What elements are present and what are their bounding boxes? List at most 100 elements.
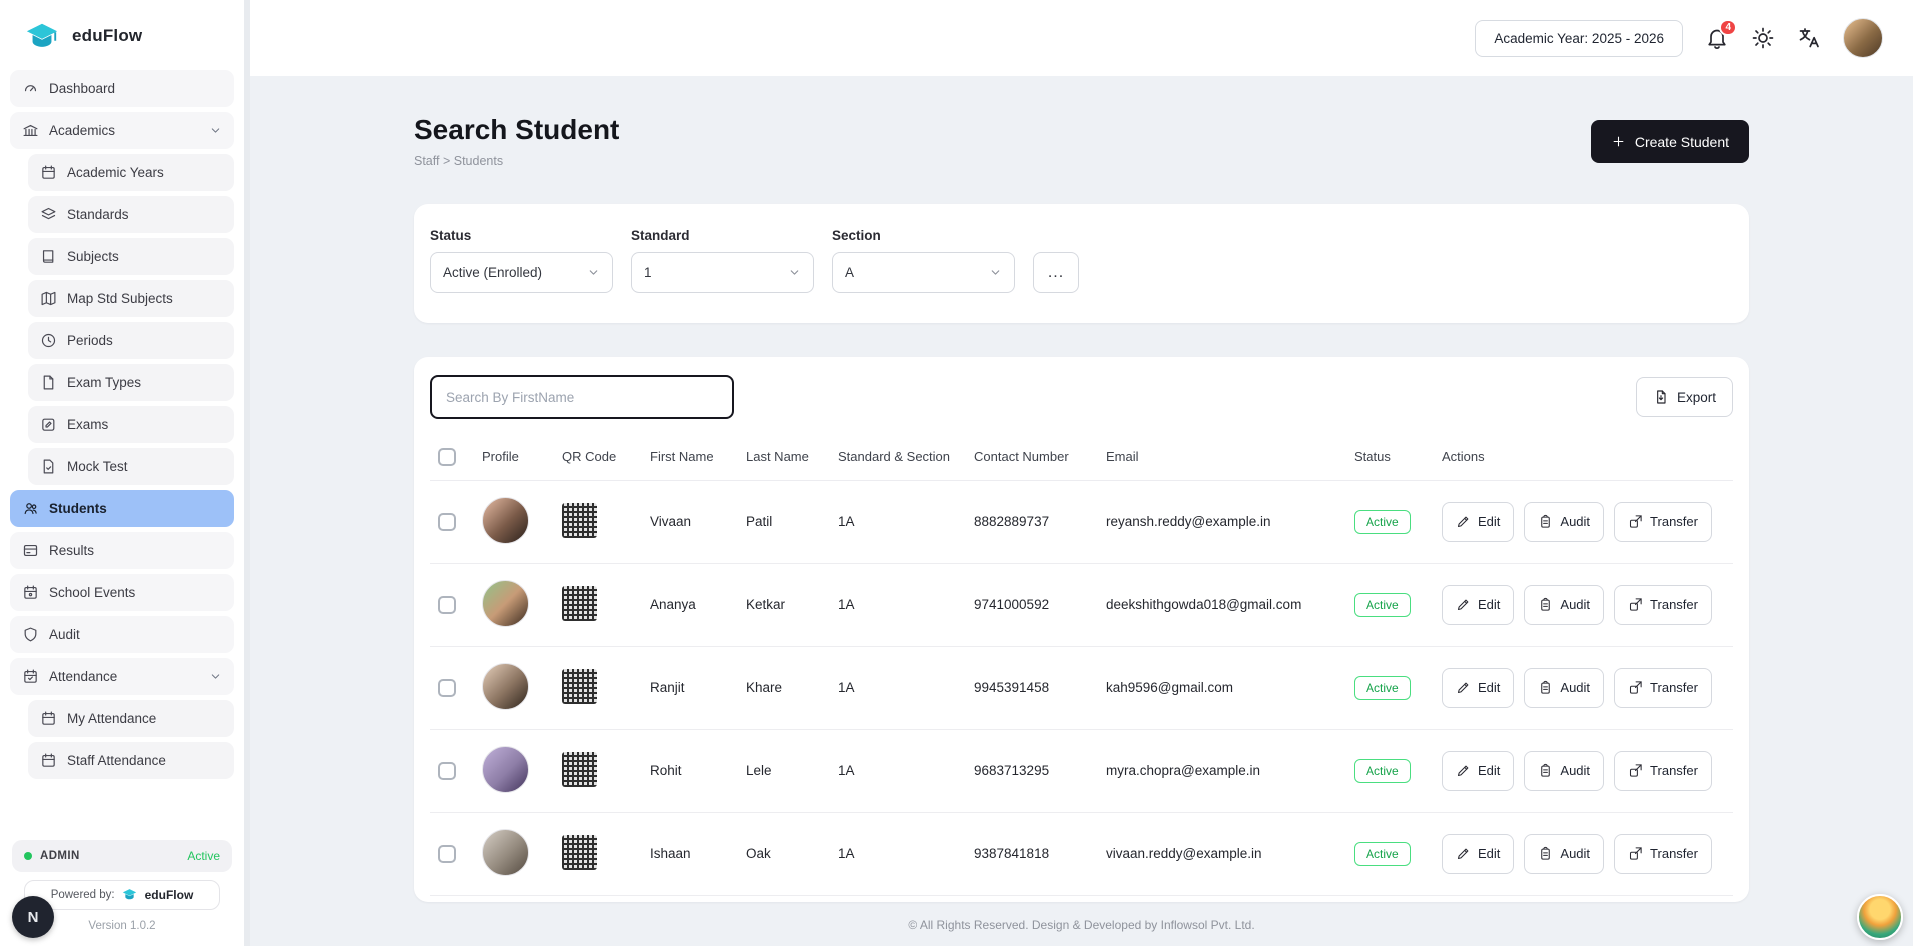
- transfer-button[interactable]: Transfer: [1614, 668, 1712, 708]
- plus-icon: [1611, 134, 1626, 149]
- status-badge: Active: [1354, 842, 1411, 866]
- sidebar-item-dashboard[interactable]: Dashboard: [10, 70, 234, 107]
- sidebar-item-attendance[interactable]: Attendance: [10, 658, 234, 695]
- user-avatar[interactable]: [1843, 18, 1883, 58]
- email-cell: myra.chopra@example.in: [1098, 729, 1346, 812]
- row-checkbox[interactable]: [438, 596, 456, 614]
- transfer-button[interactable]: Transfer: [1614, 502, 1712, 542]
- column-header: Actions: [1434, 435, 1733, 480]
- powered-by-label: Powered by:: [51, 889, 115, 901]
- transfer-icon: [1628, 846, 1643, 861]
- table-header-row: ProfileQR CodeFirst NameLast NameStandar…: [430, 435, 1733, 480]
- select-all-checkbox[interactable]: [438, 448, 456, 466]
- support-widget-icon[interactable]: [1857, 894, 1903, 940]
- edit-button[interactable]: Edit: [1442, 834, 1514, 874]
- shield-icon: [22, 626, 39, 643]
- sidebar-item-academic-years[interactable]: Academic Years: [28, 154, 234, 191]
- column-header: Contact Number: [966, 435, 1098, 480]
- contact-number-cell: 9387841818: [966, 812, 1098, 895]
- doc-check-icon: [40, 458, 57, 475]
- search-input[interactable]: [430, 375, 734, 419]
- email-cell: vivaan.reddy@example.in: [1098, 812, 1346, 895]
- sidebar-item-students[interactable]: Students: [10, 490, 234, 527]
- transfer-icon: [1628, 514, 1643, 529]
- sidebar-item-periods[interactable]: Periods: [28, 322, 234, 359]
- sidebar-item-standards[interactable]: Standards: [28, 196, 234, 233]
- create-student-button[interactable]: Create Student: [1591, 120, 1749, 163]
- edit-button[interactable]: Edit: [1442, 668, 1514, 708]
- table-body: VivaanPatil1A8882889737reyansh.reddy@exa…: [430, 480, 1733, 895]
- status-badge: Active: [1354, 593, 1411, 617]
- student-avatar: [482, 663, 529, 710]
- audit-button[interactable]: Audit: [1524, 502, 1604, 542]
- row-checkbox[interactable]: [438, 845, 456, 863]
- first-name-cell: Ranjit: [642, 646, 738, 729]
- contact-number-cell: 9741000592: [966, 563, 1098, 646]
- clipboard-icon: [1538, 763, 1553, 778]
- column-header: QR Code: [554, 435, 642, 480]
- book-icon: [40, 248, 57, 265]
- sidebar-item-subjects[interactable]: Subjects: [28, 238, 234, 275]
- audit-button[interactable]: Audit: [1524, 668, 1604, 708]
- theme-toggle-sun-icon[interactable]: [1751, 26, 1775, 50]
- column-header: Profile: [474, 435, 554, 480]
- brand: eduFlow: [0, 0, 244, 66]
- row-checkbox[interactable]: [438, 679, 456, 697]
- sidebar-item-mock-test[interactable]: Mock Test: [28, 448, 234, 485]
- sidebar-item-my-attendance[interactable]: My Attendance: [28, 700, 234, 737]
- academics-icon: [22, 122, 39, 139]
- row-checkbox[interactable]: [438, 762, 456, 780]
- sidebar-item-results[interactable]: Results: [10, 532, 234, 569]
- transfer-button[interactable]: Transfer: [1614, 751, 1712, 791]
- student-avatar: [482, 829, 529, 876]
- calendar-icon: [40, 164, 57, 181]
- language-translate-icon[interactable]: [1797, 26, 1821, 50]
- edit-button[interactable]: Edit: [1442, 751, 1514, 791]
- edit-button[interactable]: Edit: [1442, 502, 1514, 542]
- edit-button[interactable]: Edit: [1442, 585, 1514, 625]
- table-row: AnanyaKetkar1A9741000592deekshithgowda01…: [430, 563, 1733, 646]
- sidebar-item-exams[interactable]: Exams: [28, 406, 234, 443]
- n-floating-badge[interactable]: N: [12, 896, 54, 938]
- sidebar-item-exam-types[interactable]: Exam Types: [28, 364, 234, 401]
- section-select[interactable]: A: [832, 252, 1015, 293]
- sidebar-item-label: Exam Types: [67, 375, 141, 390]
- status-select[interactable]: Active (Enrolled): [430, 252, 613, 293]
- chevron-down-icon: [788, 266, 801, 279]
- audit-button[interactable]: Audit: [1524, 585, 1604, 625]
- export-button[interactable]: Export: [1636, 377, 1733, 417]
- sidebar-item-school-events[interactable]: School Events: [10, 574, 234, 611]
- notifications-button[interactable]: 4: [1705, 26, 1729, 50]
- column-header: Status: [1346, 435, 1434, 480]
- audit-button[interactable]: Audit: [1524, 834, 1604, 874]
- page-header: Search Student Staff > Students Create S…: [414, 114, 1749, 168]
- chevron-down-icon: [989, 266, 1002, 279]
- calendar-dot-icon: [22, 584, 39, 601]
- sidebar-item-academics[interactable]: Academics: [10, 112, 234, 149]
- chevron-down-icon: [209, 670, 222, 683]
- academic-year-button[interactable]: Academic Year: 2025 - 2026: [1475, 20, 1683, 57]
- dashboard-icon: [22, 80, 39, 97]
- standard-select[interactable]: 1: [631, 252, 814, 293]
- main-area: Academic Year: 2025 - 2026 4 Search: [250, 0, 1913, 946]
- sidebar-item-map-std-subjects[interactable]: Map Std Subjects: [28, 280, 234, 317]
- section-select-value: A: [845, 265, 854, 280]
- table-row: RanjitKhare1A9945391458kah9596@gmail.com…: [430, 646, 1733, 729]
- transfer-button[interactable]: Transfer: [1614, 834, 1712, 874]
- first-name-cell: Ananya: [642, 563, 738, 646]
- sidebar-item-label: Mock Test: [67, 459, 128, 474]
- qr-code: [562, 669, 597, 704]
- filters-card: Status Active (Enrolled) Standard 1: [414, 204, 1749, 323]
- sidebar-item-audit[interactable]: Audit: [10, 616, 234, 653]
- transfer-button[interactable]: Transfer: [1614, 585, 1712, 625]
- clipboard-icon: [1538, 514, 1553, 529]
- sidebar-item-staff-attendance[interactable]: Staff Attendance: [28, 742, 234, 779]
- standard-select-value: 1: [644, 265, 652, 280]
- audit-button[interactable]: Audit: [1524, 751, 1604, 791]
- sidebar-item-label: My Attendance: [67, 711, 156, 726]
- calendar-icon: [40, 752, 57, 769]
- more-filters-button[interactable]: ...: [1033, 252, 1079, 293]
- row-checkbox[interactable]: [438, 513, 456, 531]
- sidebar-item-label: Dashboard: [49, 81, 115, 96]
- standard-section-cell: 1A: [830, 563, 966, 646]
